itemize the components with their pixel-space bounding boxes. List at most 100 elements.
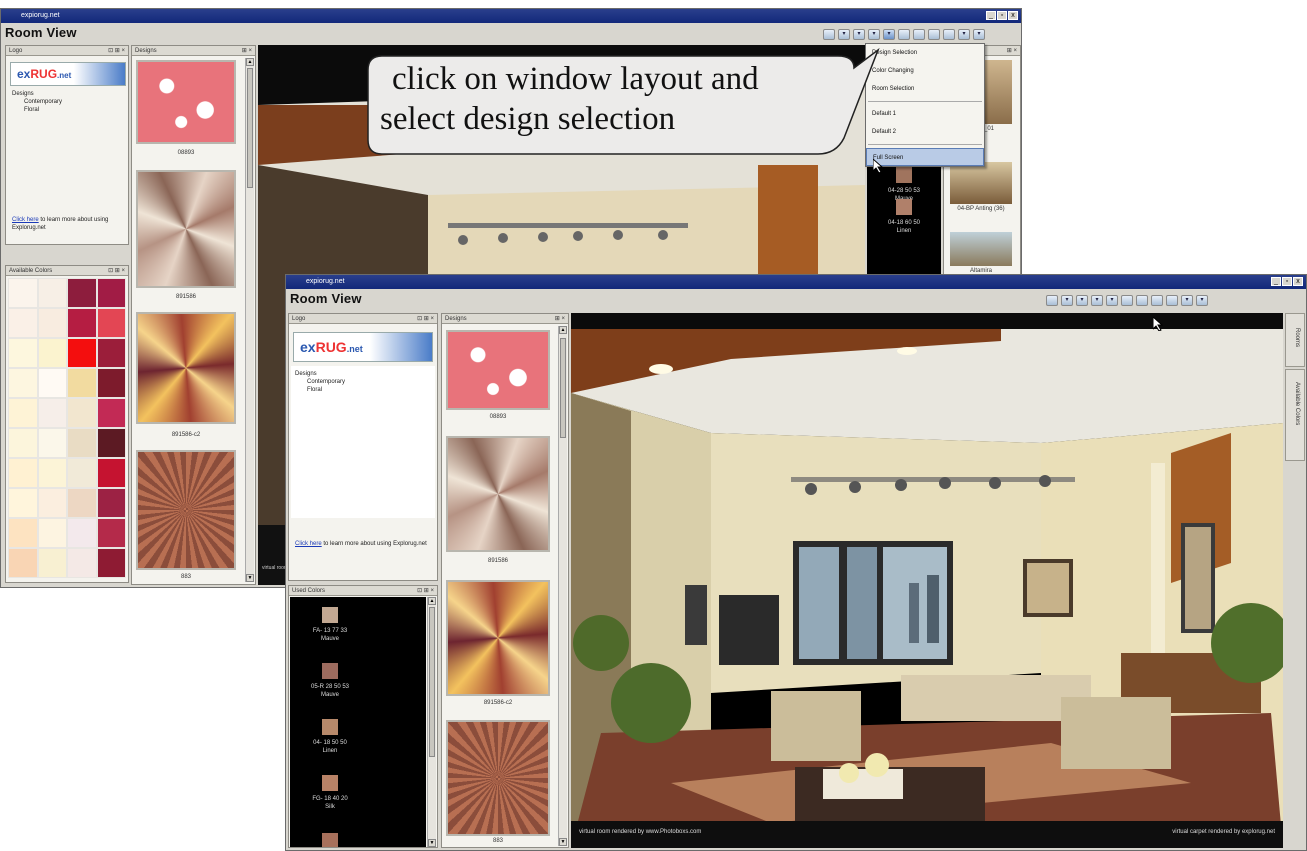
tree-root-designs[interactable]: Designs [295,370,345,378]
rotate-icon[interactable] [868,29,880,40]
color-swatch[interactable] [96,458,126,488]
image-icon[interactable] [838,29,850,40]
used-color-item[interactable]: 05-R 28 50 53 Mauve [290,663,370,699]
panel-controls-icon[interactable]: ⊞ × [555,314,565,324]
design-thumb-08893[interactable] [136,60,236,144]
home-icon[interactable] [928,29,940,40]
folder-icon[interactable] [823,29,835,40]
color-swatch[interactable] [8,458,38,488]
scroll-down-icon[interactable]: ▼ [559,838,567,846]
window-layout-icon[interactable] [883,29,895,40]
color-swatch[interactable] [96,308,126,338]
click-here-link[interactable]: Click here [12,217,39,223]
scroll-up-icon[interactable]: ▲ [246,58,254,66]
minimize-icon[interactable]: _ [1271,277,1281,286]
color-swatch[interactable] [96,488,126,518]
folder-icon[interactable] [1046,295,1058,306]
scroll-thumb[interactable] [247,68,253,188]
scroll-thumb[interactable] [429,607,435,757]
rotate-icon[interactable] [1091,295,1103,306]
close-icon[interactable]: x [1008,11,1018,20]
color-swatch[interactable] [67,488,97,518]
color-swatch[interactable] [8,548,38,578]
color-swatch[interactable] [96,368,126,398]
panel-controls-icon[interactable]: ⊞ × [242,46,252,56]
settings-icon[interactable] [973,29,985,40]
side-tab-rooms[interactable]: Rooms [1285,313,1305,367]
front-room-view[interactable]: virtual room rendered by www.Photoboxs.c… [571,313,1283,848]
color-swatch[interactable] [8,488,38,518]
help-icon[interactable] [1181,295,1193,306]
color-swatch[interactable] [8,398,38,428]
color-swatch[interactable] [37,488,67,518]
color-swatch[interactable] [37,518,67,548]
tree-root-designs[interactable]: Designs [12,90,62,98]
room-thumb-3[interactable] [950,232,1012,266]
panel-controls-icon[interactable]: ⊡ ⊞ × [108,46,125,56]
color-swatch[interactable] [67,518,97,548]
used-color-item[interactable]: FA- 13 77 33 Mauve [290,607,370,643]
color-swatch[interactable] [96,548,126,578]
panel-controls-icon[interactable]: ⊡ ⊞ × [417,314,434,324]
scroll-up-icon[interactable]: ▲ [428,597,436,605]
design-thumb-883[interactable] [136,450,236,570]
minimize-icon[interactable]: _ [986,11,996,20]
color-swatch[interactable] [37,428,67,458]
color-swatch[interactable] [37,338,67,368]
design-thumb-891586-c2[interactable] [446,580,550,696]
room-thumb-2[interactable] [950,162,1012,204]
color-swatch[interactable] [67,428,97,458]
color-swatch[interactable] [8,308,38,338]
color-swatch[interactable] [67,398,97,428]
scroll-up-icon[interactable]: ▲ [559,326,567,334]
design-thumb-891586[interactable] [136,170,236,288]
scroll-thumb[interactable] [560,338,566,438]
color-swatch[interactable] [96,428,126,458]
color-swatch[interactable] [8,368,38,398]
scroll-down-icon[interactable]: ▼ [428,839,436,847]
designs-scrollbar[interactable]: ▲ ▼ [558,326,567,846]
side-tab-available-colors[interactable]: Available Colors [1285,369,1305,461]
color-swatch[interactable] [67,458,97,488]
tree-item-floral[interactable]: Floral [295,386,345,394]
color-swatch[interactable] [67,278,97,308]
color-swatch[interactable] [96,278,126,308]
used-colors-scrollbar[interactable]: ▲ ▼ [427,597,436,847]
tree-item-contemporary[interactable]: Contemporary [12,98,62,106]
color-swatch[interactable] [37,458,67,488]
house-icon[interactable] [943,29,955,40]
design-thumb-891586-c2[interactable] [136,312,236,424]
color-item[interactable]: 04-18 60 50 Linen [867,199,941,235]
zoom-icon[interactable] [1076,295,1088,306]
color-swatch[interactable] [96,338,126,368]
color-swatch[interactable] [37,548,67,578]
color-swatch[interactable] [67,338,97,368]
panel-controls-icon[interactable]: ⊞ × [1007,46,1017,56]
tree-item-floral[interactable]: Floral [12,106,62,114]
designs-scrollbar[interactable]: ▲ ▼ [245,58,254,582]
color-swatch[interactable] [37,278,67,308]
color-swatch[interactable] [8,518,38,548]
close-icon[interactable]: x [1293,277,1303,286]
color-swatch[interactable] [37,308,67,338]
color-swatch[interactable] [8,428,38,458]
tree-item-contemporary[interactable]: Contemporary [295,378,345,386]
design-thumb-08893[interactable] [446,330,550,410]
used-color-item[interactable]: 04- 18 50 50 Linen [290,719,370,755]
print-icon[interactable] [913,29,925,40]
used-color-item[interactable]: FG- 18 40 20 Silk [290,775,370,811]
color-swatch[interactable] [67,368,97,398]
restore-icon[interactable]: ▫ [1282,277,1292,286]
color-swatch[interactable] [37,398,67,428]
color-swatch[interactable] [96,518,126,548]
color-swatch[interactable] [96,398,126,428]
design-thumb-891586[interactable] [446,436,550,552]
design-thumb-883[interactable] [446,720,550,836]
print-icon[interactable] [1136,295,1148,306]
window-layout-icon[interactable] [1106,295,1118,306]
color-swatch[interactable] [67,548,97,578]
save-icon[interactable] [1121,295,1133,306]
color-swatch[interactable] [8,278,38,308]
panel-controls-icon[interactable]: ⊡ ⊞ × [417,586,434,596]
house-icon[interactable] [1166,295,1178,306]
